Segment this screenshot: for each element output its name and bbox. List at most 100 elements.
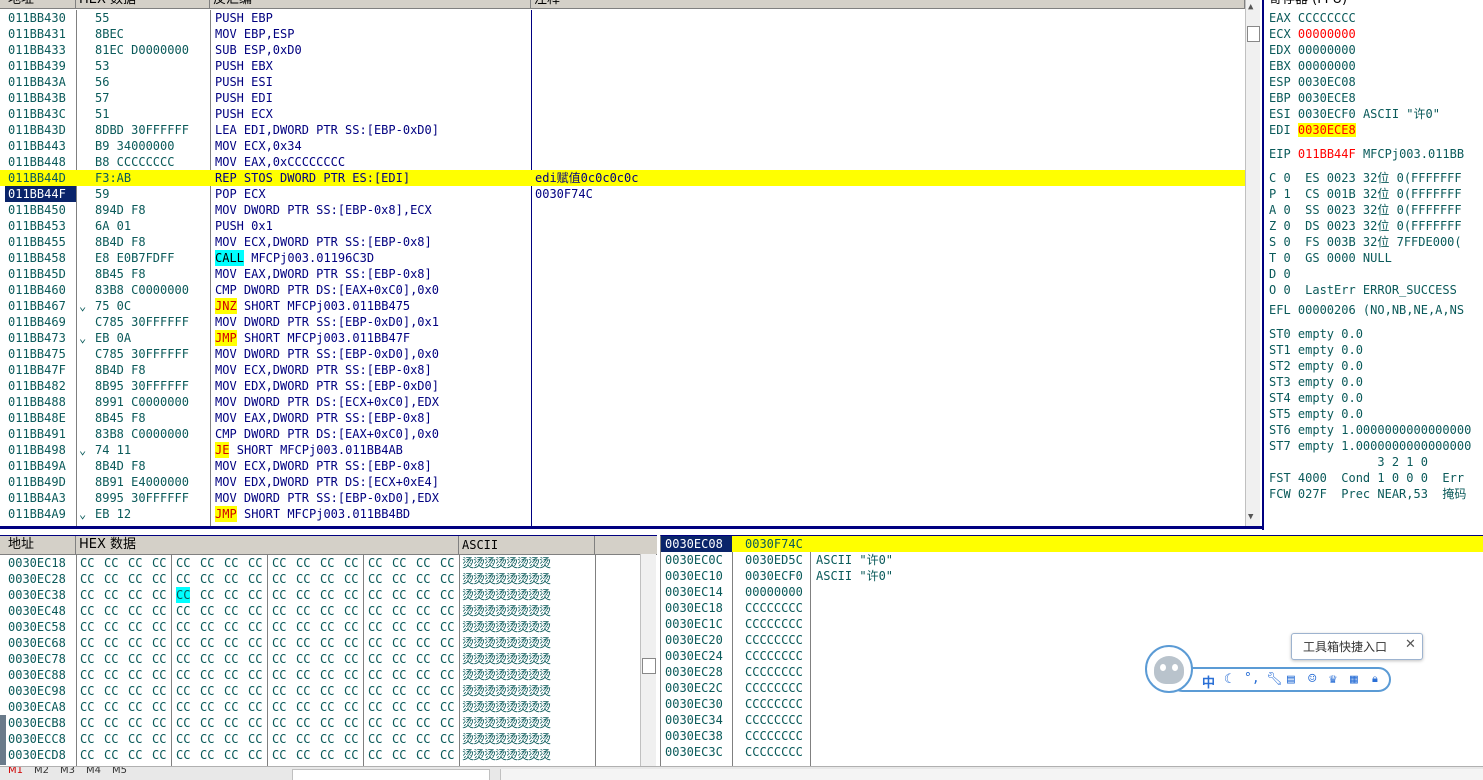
dump-byte[interactable]: CC	[344, 571, 358, 587]
dump-byte[interactable]: CC	[200, 603, 214, 619]
moon-icon[interactable]: ☾	[1224, 672, 1232, 687]
dump-byte[interactable]: CC	[248, 555, 262, 571]
disasm-instruction[interactable]: MOV DWORD PTR DS:[ECX+0xC0],EDX	[215, 394, 439, 410]
dump-address[interactable]: 0030EC58	[8, 619, 66, 635]
disasm-instruction[interactable]: SUB ESP,0xD0	[215, 42, 302, 58]
stack-value[interactable]: CCCCCCCC	[745, 648, 803, 664]
dump-byte[interactable]: CC	[104, 651, 118, 667]
dump-byte[interactable]: CC	[200, 667, 214, 683]
disasm-row[interactable]: 011BB467 ⌄ 75 0C JNZ SHORT MFCPj003.011BB47…	[0, 298, 1245, 314]
dump-byte[interactable]: CC	[392, 555, 406, 571]
dump-byte[interactable]: CC	[368, 747, 382, 763]
register-value[interactable]: 0030ECE8	[1297, 123, 1356, 137]
flag-row[interactable]: D 0	[1269, 266, 1291, 282]
stack-value[interactable]: CCCCCCCC	[745, 600, 803, 616]
dump-byte[interactable]: CC	[104, 715, 118, 731]
register-value[interactable]: CCCCCCCC	[1298, 11, 1356, 25]
cpu-scrollbar[interactable]: ▲ ▼	[1245, 0, 1260, 526]
disasm-row[interactable]: 011BB453 6A 01 PUSH 0x1	[0, 218, 1245, 234]
pane-splitter[interactable]	[0, 526, 1262, 529]
disasm-instruction[interactable]: PUSH ESI	[215, 74, 273, 90]
dump-col-address[interactable]: 地址	[5, 536, 76, 554]
shirt-icon[interactable]: ♛	[1329, 672, 1337, 687]
dump-row[interactable]: 0030EC78 CC CC CC CC CC CC CC CC CC CC CC CC CC CC CC CC…	[0, 651, 657, 667]
disasm-address[interactable]: 011BB458	[5, 250, 76, 266]
dump-row[interactable]: 0030EC88 CC CC CC CC CC CC CC CC CC CC CC CC CC CC CC CC…	[0, 667, 657, 683]
disasm-row[interactable]: 011BB458 E8 E0B7FDFF CALL MFCPj003.01196C3…	[0, 250, 1245, 266]
dump-address[interactable]: 0030EC48	[8, 603, 66, 619]
dump-byte[interactable]: CC	[200, 731, 214, 747]
dump-byte[interactable]: CC	[224, 667, 238, 683]
fpu-register-row[interactable]: ST0 empty 0.0	[1269, 326, 1363, 342]
disasm-row[interactable]: 011BB469 C785 30FFFFFF MOV DWORD PTR SS:[E…	[0, 314, 1245, 330]
register-value[interactable]: 00000000	[1298, 43, 1356, 57]
dump-byte[interactable]: CC	[416, 635, 430, 651]
dump-row[interactable]: 0030EC98 CC CC CC CC CC CC CC CC CC CC CC CC CC CC CC CC…	[0, 683, 657, 699]
dump-byte[interactable]: CC	[296, 731, 310, 747]
dump-byte[interactable]: CC	[272, 587, 286, 603]
stack-value[interactable]: 00000000	[745, 584, 803, 600]
stack-row[interactable]: 0030EC08 0030F74C	[661, 536, 1483, 552]
dump-byte[interactable]: CC	[248, 667, 262, 683]
register-value[interactable]: 0030ECF0	[1298, 107, 1356, 121]
dump-byte[interactable]: CC	[104, 619, 118, 635]
stack-row[interactable]: 0030EC3C CCCCCCCC	[661, 744, 1483, 760]
dump-row[interactable]: 0030ECC8 CC CC CC CC CC CC CC CC CC CC CC CC CC CC CC CC…	[0, 731, 657, 747]
stack-value[interactable]: 0030ED5C	[745, 552, 803, 568]
disasm-row[interactable]: 011BB4A9 ⌄ EB 12 JMP SHORT MFCPj003.011BB4B…	[0, 506, 1245, 522]
dump-row[interactable]: 0030EC28 CC CC CC CC CC CC CC CC CC CC CC CC CC CC CC CC…	[0, 571, 657, 587]
disasm-address[interactable]: 011BB473	[5, 330, 76, 346]
dump-byte[interactable]: CC	[80, 715, 94, 731]
disasm-instruction[interactable]: MOV ECX,DWORD PTR SS:[EBP-0x8]	[215, 362, 432, 378]
stack-value[interactable]: CCCCCCCC	[745, 728, 803, 744]
dump-address[interactable]: 0030ECB8	[8, 715, 66, 731]
dump-byte[interactable]: CC	[440, 619, 454, 635]
fpu-register-row[interactable]: ST1 empty 0.0	[1269, 342, 1363, 358]
flag-row[interactable]: P 1 CS 001B 32位 0(FFFFFFF	[1269, 186, 1462, 202]
dump-row[interactable]: 0030ECA8 CC CC CC CC CC CC CC CC CC CC CC CC CC CC CC CC…	[0, 699, 657, 715]
disasm-row[interactable]: 011BB43D 8DBD 30FFFFFF LEA EDI,DWORD PTR S…	[0, 122, 1245, 138]
dump-byte[interactable]: CC	[320, 747, 334, 763]
stack-address[interactable]: 0030EC2C	[661, 680, 732, 696]
dump-byte[interactable]: CC	[392, 683, 406, 699]
flag-row[interactable]: O 0 LastErr ERROR_SUCCESS	[1269, 282, 1457, 298]
dump-address[interactable]: 0030EC88	[8, 667, 66, 683]
register-row[interactable]: EAX CCCCCCCC	[1269, 10, 1356, 26]
disasm-instruction[interactable]: MOV EAX,0xCCCCCCCC	[215, 154, 345, 170]
dump-byte[interactable]: CC	[440, 603, 454, 619]
wrench-icon[interactable]: 🔧︎	[1266, 672, 1283, 687]
dump-address[interactable]: 0030EC68	[8, 635, 66, 651]
flag-row[interactable]: C 0 ES 0023 32位 0(FFFFFFF	[1269, 170, 1462, 186]
dump-byte[interactable]: CC	[296, 571, 310, 587]
dump-byte[interactable]: CC	[392, 699, 406, 715]
disasm-row[interactable]: 011BB431 8BEC MOV EBP,ESP	[0, 26, 1245, 42]
disasm-address[interactable]: 011BB431	[5, 26, 76, 42]
stack-address[interactable]: 0030EC20	[661, 632, 732, 648]
stack-row[interactable]: 0030EC10 0030ECF0 ASCII "许0"	[661, 568, 1483, 584]
disasm-instruction[interactable]: MOV ECX,DWORD PTR SS:[EBP-0x8]	[215, 234, 432, 250]
disasm-address[interactable]: 011BB47F	[5, 362, 76, 378]
dump-scrollbar[interactable]	[640, 554, 656, 767]
dump-byte[interactable]: CC	[224, 619, 238, 635]
disasm-address[interactable]: 011BB49A	[5, 458, 76, 474]
dump-byte[interactable]: CC	[392, 731, 406, 747]
col-header-disasm[interactable]: 反汇编	[210, 0, 531, 8]
dump-byte[interactable]: CC	[176, 603, 190, 619]
memory-tab-m1[interactable]: M1	[8, 767, 23, 776]
dump-byte[interactable]: CC	[128, 731, 142, 747]
disasm-address[interactable]: 011BB498	[5, 442, 76, 458]
dump-byte[interactable]: CC	[128, 715, 142, 731]
dump-byte[interactable]: CC	[440, 555, 454, 571]
dump-address[interactable]: 0030ECC8	[8, 731, 66, 747]
dump-byte[interactable]: CC	[80, 635, 94, 651]
disasm-row[interactable]: 011BB48E 8B45 F8 MOV EAX,DWORD PTR SS:[EBP…	[0, 410, 1245, 426]
disasm-instruction[interactable]: LEA EDI,DWORD PTR SS:[EBP-0xD0]	[215, 122, 439, 138]
dump-address[interactable]: 0030EC38	[8, 587, 66, 603]
command-input[interactable]	[292, 769, 490, 780]
dump-byte[interactable]: CC	[392, 603, 406, 619]
disasm-instruction[interactable]: MOV EDX,DWORD PTR DS:[ECX+0xE4]	[215, 474, 439, 490]
dump-byte[interactable]: CC	[272, 731, 286, 747]
dump-byte[interactable]: CC	[176, 699, 190, 715]
disasm-instruction[interactable]: REP STOS DWORD PTR ES:[EDI]	[215, 170, 410, 186]
fpu-register-row[interactable]: ST7 empty 1.0000000000000000	[1269, 438, 1471, 454]
